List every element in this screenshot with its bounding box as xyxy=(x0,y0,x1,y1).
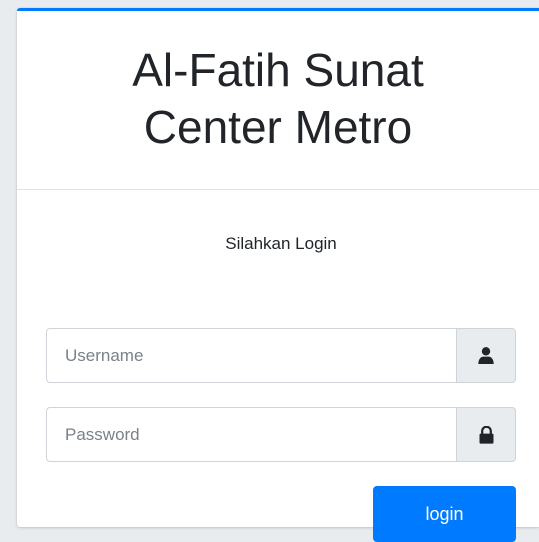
login-card: Al-Fatih Sunat Center Metro Silahkan Log… xyxy=(17,8,539,542)
login-message: Silahkan Login xyxy=(225,234,337,253)
username-addon xyxy=(456,328,516,383)
username-input[interactable] xyxy=(46,328,456,383)
card-header: Al-Fatih Sunat Center Metro xyxy=(17,11,539,190)
password-group xyxy=(46,407,516,462)
brand-title-line1: Al-Fatih Sunat xyxy=(132,44,424,96)
password-input[interactable] xyxy=(46,407,456,462)
password-addon xyxy=(456,407,516,462)
login-button[interactable]: login xyxy=(373,486,516,542)
user-icon xyxy=(478,347,494,364)
lock-icon xyxy=(479,425,494,444)
login-form: Silahkan Login Username login xyxy=(17,232,539,542)
username-group xyxy=(46,328,516,383)
brand-title: Al-Fatih Sunat Center Metro xyxy=(17,42,539,158)
brand-title-line2: Center Metro xyxy=(143,101,413,153)
